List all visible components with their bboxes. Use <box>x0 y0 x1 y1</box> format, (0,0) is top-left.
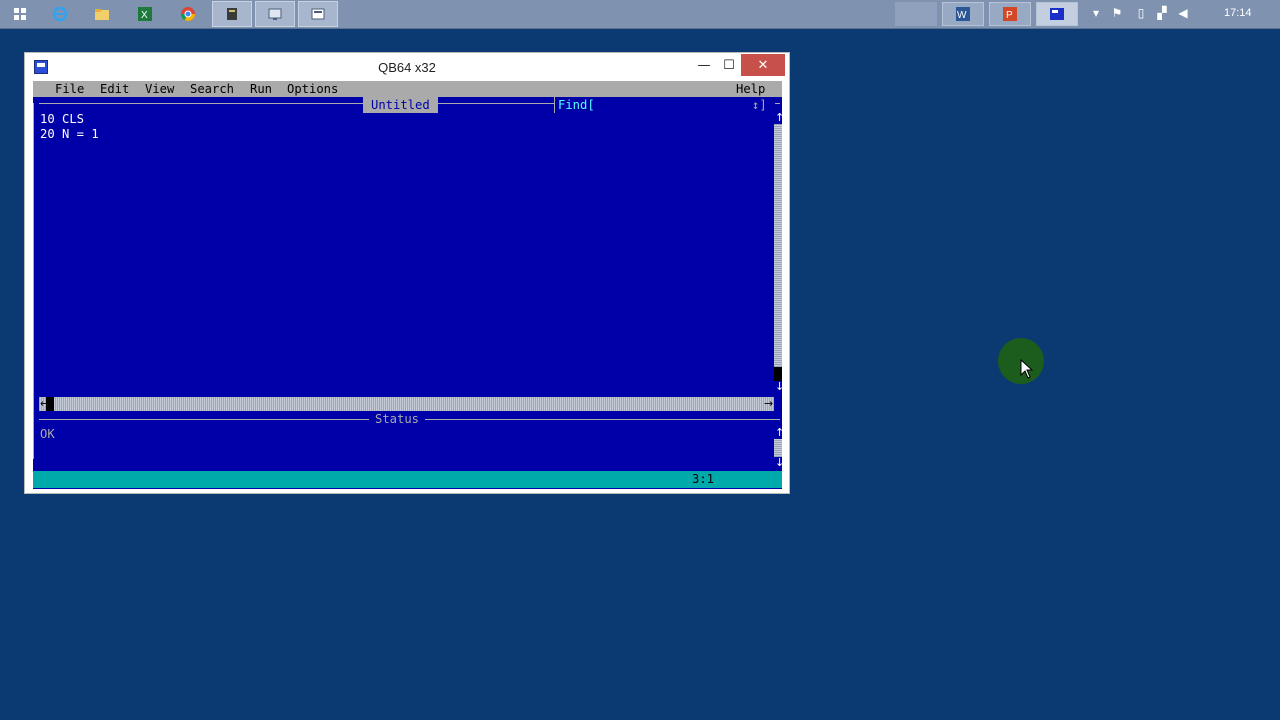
file-explorer-icon <box>95 9 109 20</box>
maximize-button[interactable]: ☐ <box>714 54 744 76</box>
taskbar-internet-explorer[interactable] <box>40 1 80 27</box>
close-button[interactable]: ✕ <box>741 54 785 76</box>
internet-explorer-icon <box>52 6 68 22</box>
qb64-taskbar-icon <box>311 8 325 20</box>
taskbar-remote-desktop[interactable] <box>255 1 295 27</box>
signal-icon[interactable]: ▞ <box>1155 6 1169 20</box>
qb64-window: QB64 x32 — ☐ ✕ File Edit View Search Run… <box>24 52 790 494</box>
flag-icon[interactable]: ⚑ <box>1110 6 1124 20</box>
clock[interactable]: 17:14 <box>1224 7 1252 19</box>
status-text: OK <box>40 427 55 441</box>
scroll-right-icon[interactable]: → <box>764 398 773 410</box>
svg-text:X: X <box>141 10 148 21</box>
editor-frame-left <box>33 103 34 459</box>
taskbar: X W P ▾ ⚑ ▯ ▞ ◀ 17:14 <box>0 0 1280 29</box>
volume-icon[interactable]: ◀ <box>1176 6 1190 20</box>
find-field[interactable]: Find[ <box>554 97 775 113</box>
taskbar-excel[interactable]: X <box>125 1 165 27</box>
qb64-console[interactable]: File Edit View Search Run Options Help U… <box>33 81 784 489</box>
powerpoint-icon: P <box>1003 7 1017 21</box>
menu-search[interactable]: Search <box>190 82 234 96</box>
bottom-status-bar: 3:1 <box>33 471 782 488</box>
taskbar-powerpoint-window[interactable]: P <box>989 2 1031 26</box>
word-icon: W <box>956 7 970 21</box>
remote-desktop-icon <box>268 8 282 20</box>
taskbar-blank-thumb[interactable] <box>895 2 937 26</box>
editor-horizontal-scroll-thumb[interactable] <box>46 397 54 411</box>
editor-horizontal-scrollbar[interactable] <box>39 397 774 411</box>
start-button[interactable] <box>0 1 40 27</box>
taskbar-app[interactable] <box>212 1 252 27</box>
scroll-down-icon[interactable]: ↓ <box>775 381 784 393</box>
menu-options[interactable]: Options <box>287 82 338 96</box>
taskbar-qb64[interactable] <box>298 1 338 27</box>
status-scroll-down-icon[interactable]: ↓ <box>775 457 784 469</box>
qb64-window-icon <box>1050 8 1064 20</box>
status-scroll-up-icon[interactable]: ↑ <box>775 427 784 439</box>
status-title: Status <box>369 412 426 426</box>
svg-text:P: P <box>1006 10 1013 21</box>
window-titlebar[interactable]: QB64 x32 — ☐ ✕ <box>25 53 789 81</box>
taskbar-qb64-window[interactable] <box>1036 2 1078 26</box>
code-line[interactable]: 10 CLS <box>40 112 84 127</box>
taskbar-chrome[interactable] <box>168 1 208 27</box>
code-line[interactable]: 20 N = 1 <box>40 127 99 142</box>
window-title: QB64 x32 <box>378 60 436 75</box>
find-arrows-icon[interactable]: ↕] <box>752 97 767 113</box>
svg-text:W: W <box>957 10 967 21</box>
scroll-up-icon[interactable]: ↑ <box>775 112 784 124</box>
status-vertical-scrollbar[interactable] <box>774 439 782 457</box>
editor-vertical-scrollbar[interactable] <box>774 124 782 379</box>
battery-icon[interactable]: ▯ <box>1134 6 1148 20</box>
menu-help[interactable]: Help <box>736 82 765 96</box>
document-title: Untitled <box>363 97 438 113</box>
taskbar-file-explorer[interactable] <box>82 1 122 27</box>
chevron-up-icon[interactable]: ▾ <box>1089 6 1103 20</box>
editor-vertical-scroll-thumb[interactable] <box>774 367 782 381</box>
mouse-pointer-icon <box>1020 359 1034 379</box>
menu-run[interactable]: Run <box>250 82 272 96</box>
start-icon <box>14 8 26 20</box>
menu-view[interactable]: View <box>145 82 174 96</box>
taskbar-word-window[interactable]: W <box>942 2 984 26</box>
menu-file[interactable]: File <box>55 82 84 96</box>
menu-edit[interactable]: Edit <box>100 82 129 96</box>
cursor-position: 3:1 <box>692 472 715 486</box>
chrome-icon <box>181 7 195 21</box>
excel-icon: X <box>138 7 152 21</box>
menu-bar: File Edit View Search Run Options Help <box>33 81 782 97</box>
app-icon <box>227 8 237 20</box>
